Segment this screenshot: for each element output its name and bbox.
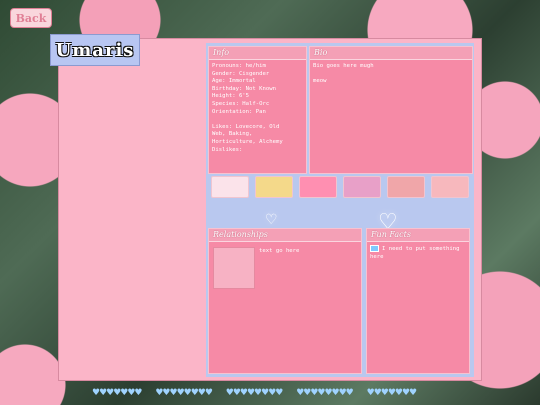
relationships-heading: Relationships — [209, 229, 361, 242]
cat-thumbnail[interactable] — [211, 176, 249, 198]
fun-facts-box: Fun Facts I need to put something here — [366, 228, 470, 374]
bio-line: Bio goes here mugh — [313, 63, 374, 69]
fun-facts-heading: Fun Facts — [367, 229, 469, 242]
info-line: Gender: Cisgender — [212, 70, 270, 77]
info-line: Birthday: Not Known — [212, 85, 276, 92]
pattern-thumbnail[interactable] — [431, 176, 469, 198]
heart-icon: ♥♥♥♥♥♥♥♥ — [225, 388, 284, 398]
footer-heart-divider: ♥♥♥♥♥♥♥ ♥♥♥♥♥♥♥♥ ♥♥♥♥♥♥♥♥ ♥♥♥♥♥♥♥♥ ♥♥♥♥♥… — [92, 388, 452, 400]
heart-icon: ♥♥♥♥♥♥♥♥ — [296, 388, 354, 398]
bunny-thumbnail[interactable] — [255, 176, 293, 198]
heart-icon: ♡ — [265, 212, 278, 228]
info-box: Info Pronouns: he/him Gender: Cisgender Ag… — [208, 46, 307, 174]
info-line: Web, Baking, — [212, 131, 253, 138]
bio-heading: Bio — [310, 47, 472, 60]
info-line: Horticulture, Alchemy — [212, 138, 283, 145]
relationships-box: Relationships text go here — [208, 228, 362, 374]
bullet-icon — [370, 245, 379, 252]
info-line: Species: Half-Orc — [212, 100, 270, 107]
heart-icon: ♥♥♥♥♥♥♥♥ — [155, 388, 213, 398]
bio-line: meow — [313, 78, 327, 85]
relationship-image — [213, 247, 255, 289]
profile-name: Umaris — [50, 34, 140, 66]
pixel-art-thumbnail[interactable] — [387, 176, 425, 198]
info-line: Pronouns: he/him — [212, 63, 266, 69]
info-line: Likes: Lovecore, Old — [212, 123, 280, 130]
info-line: Orientation: Pan — [212, 108, 266, 115]
anime-thumbnail[interactable] — [343, 176, 381, 198]
heart-icon: ♥♥♥♥♥♥♥ — [366, 388, 417, 398]
image-gallery — [209, 176, 473, 200]
fun-fact-text: I need to put something here — [370, 246, 460, 260]
info-line: Age: Immortal — [212, 78, 256, 85]
info-line: Height: 6'5 — [212, 93, 250, 100]
info-line — [212, 116, 303, 124]
bedroom-thumbnail[interactable] — [299, 176, 337, 198]
info-content: Pronouns: he/him Gender: Cisgender Age: Im… — [209, 60, 306, 157]
info-line: Dislikes: — [212, 146, 243, 153]
bio-box: Bio Bio goes here mugh meow — [309, 46, 473, 174]
info-heading: Info — [209, 47, 306, 60]
bio-line — [313, 71, 469, 79]
fun-facts-content: I need to put something here — [367, 242, 469, 264]
back-button[interactable]: Back — [10, 8, 52, 28]
bio-content: Bio goes here mugh meow — [310, 60, 472, 89]
relationship-text: text go here — [259, 248, 300, 254]
heart-icon: ♥♥♥♥♥♥♥ — [92, 388, 142, 398]
